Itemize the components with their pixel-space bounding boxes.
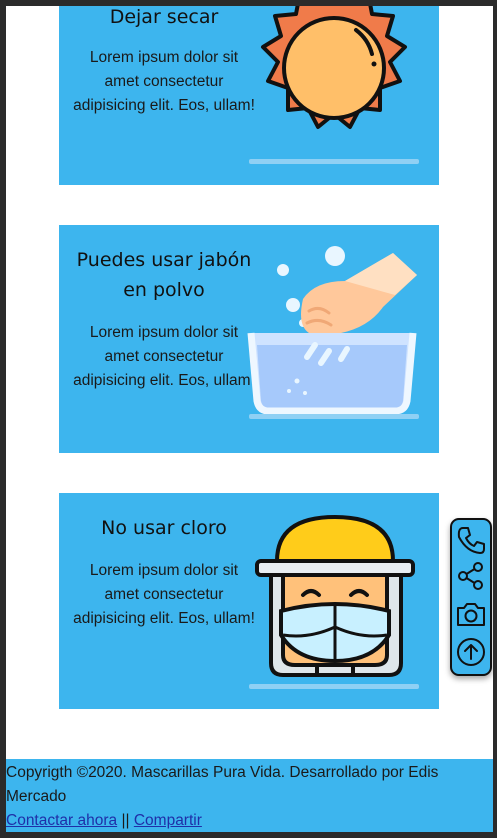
card-body: Lorem ipsum dolor sit amet consectetur a… (73, 324, 255, 389)
card-title: Dejar secar (109, 6, 219, 28)
share-button[interactable] (455, 560, 487, 592)
camera-icon (457, 603, 485, 626)
sun-icon (261, 6, 407, 129)
share-link[interactable]: Compartir (134, 812, 202, 829)
floating-action-bar (450, 518, 492, 676)
card-body: Lorem ipsum dolor sit amet consectetur a… (73, 49, 255, 114)
card-no-usar-cloro: No usar cloro Lorem ipsum dolor sit amet… (59, 493, 439, 709)
footer-links: Contactar ahora || Compartir (6, 809, 493, 832)
camera-button[interactable] (455, 598, 487, 630)
card-baseline (249, 159, 419, 164)
card-baseline (249, 684, 419, 689)
footer-copyright: Copyrigth ©2020. Mascarillas Pura Vida. … (6, 764, 439, 805)
scroll-up-button[interactable] (455, 636, 487, 668)
hand-washing-icon (247, 246, 417, 415)
phone-button[interactable] (455, 524, 487, 556)
card-title: Puedes usar jabón en polvo (76, 249, 252, 301)
page: Dejar secar Lorem ipsum dolor sit amet c… (6, 6, 493, 832)
card-title: No usar cloro (101, 517, 227, 539)
card-jabon-en-polvo: Puedes usar jabón en polvo Lorem ipsum d… (59, 225, 439, 453)
card-dejar-secar: Dejar secar Lorem ipsum dolor sit amet c… (59, 6, 439, 185)
footer: Copyrigth ©2020. Mascarillas Pura Vida. … (6, 759, 493, 832)
footer-separator: || (121, 812, 130, 829)
phone-icon (457, 527, 485, 554)
scroll-up-icon (457, 638, 485, 666)
contact-now-link[interactable]: Contactar ahora (6, 812, 117, 829)
card-body: Lorem ipsum dolor sit amet consectetur a… (73, 562, 255, 627)
card-baseline (249, 414, 419, 419)
masked-face-shield-icon (255, 515, 415, 677)
share-icon (458, 562, 483, 590)
